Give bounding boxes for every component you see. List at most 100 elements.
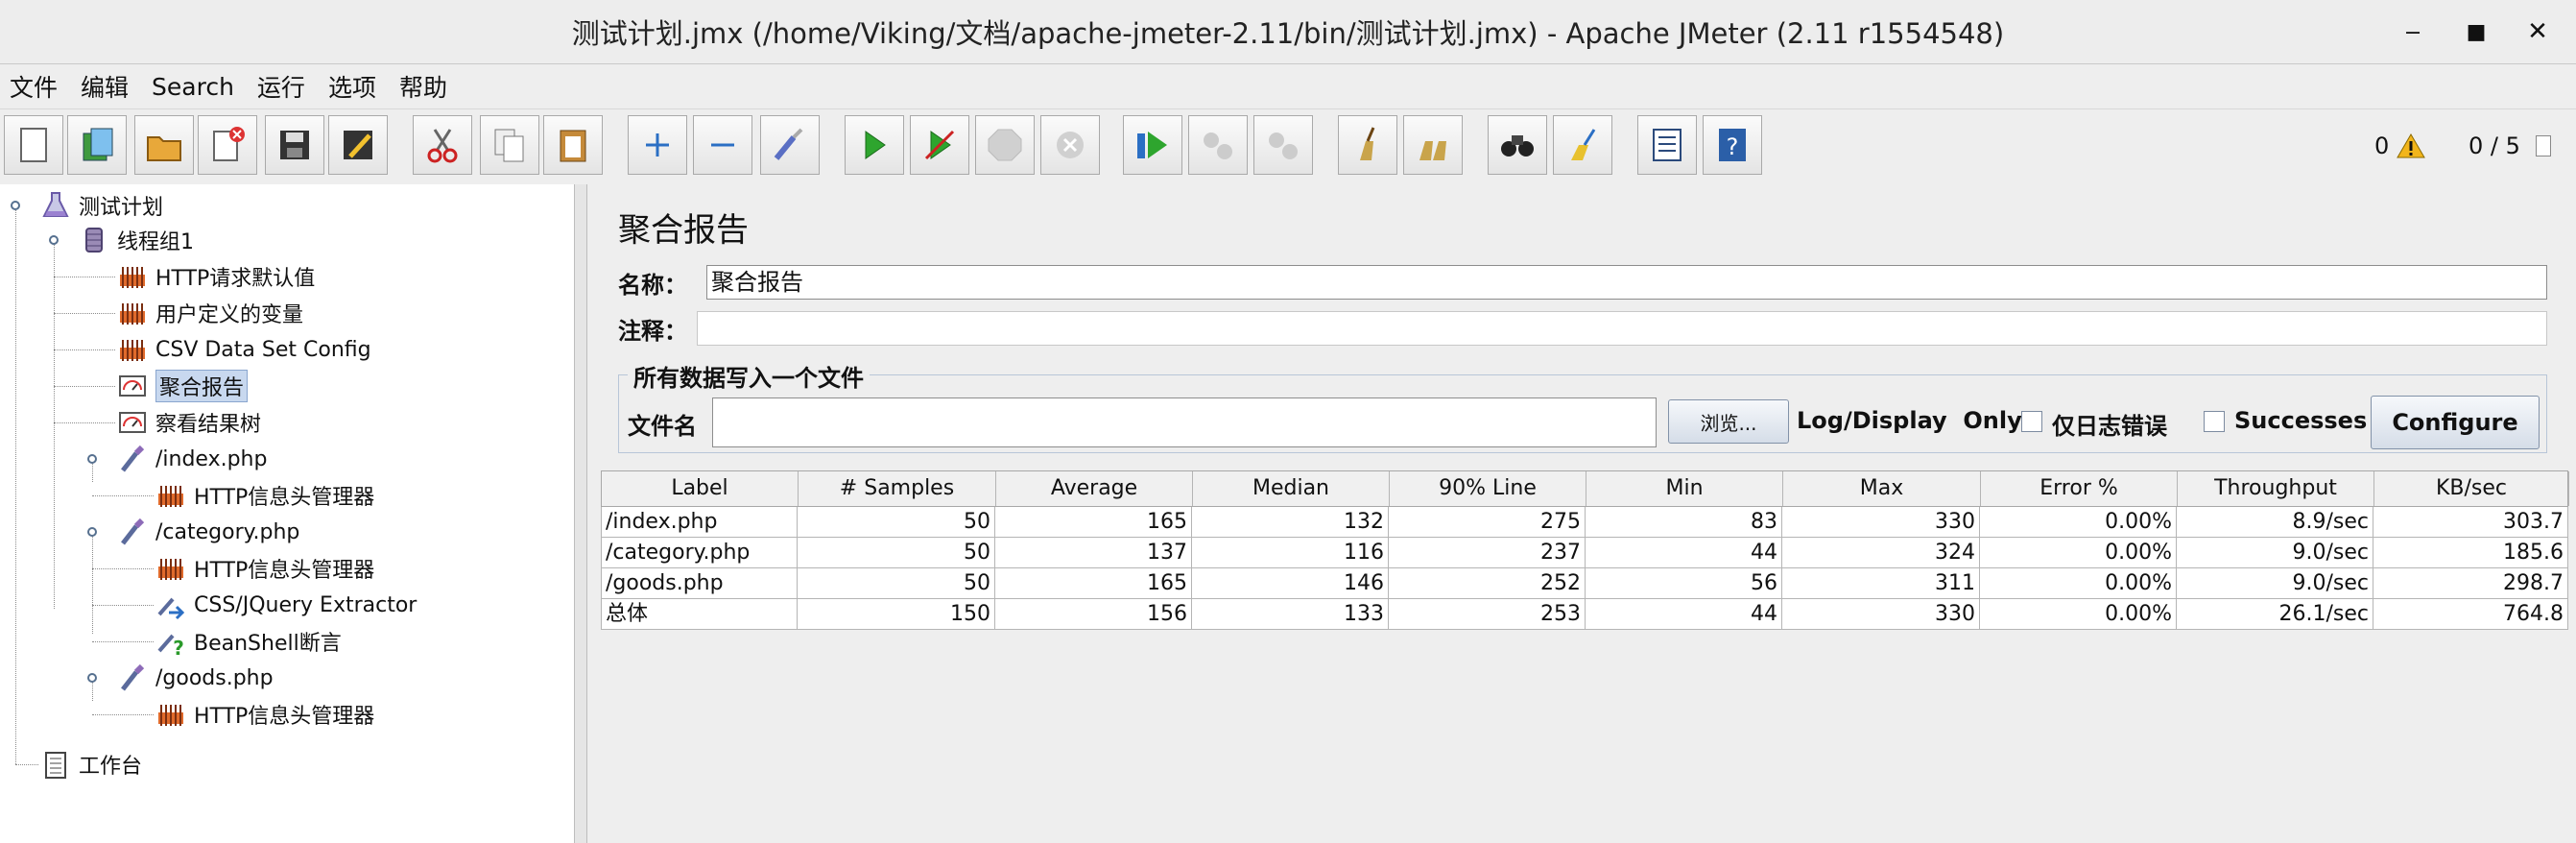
menu-options[interactable]: 选项: [319, 69, 390, 104]
column-header[interactable]: Min: [1586, 471, 1783, 506]
toggle-button[interactable]: [760, 115, 820, 175]
expand-toggle[interactable]: [87, 673, 97, 683]
stop-button[interactable]: [975, 115, 1035, 175]
warning-counter[interactable]: 0: [2374, 108, 2426, 183]
save-as-button[interactable]: [328, 115, 388, 175]
table-cell: 0.00%: [1980, 538, 2177, 568]
cut-button[interactable]: [413, 115, 472, 175]
table-cell: 165: [995, 507, 1192, 538]
tree-item-test-plan[interactable]: 测试计划: [40, 188, 163, 223]
column-header[interactable]: Median: [1193, 471, 1390, 506]
browse-button[interactable]: 浏览...: [1668, 399, 1789, 444]
successes-checkbox[interactable]: [2204, 411, 2225, 432]
file-output-group-title: 所有数据写入一个文件: [628, 359, 870, 393]
tree-item-workbench[interactable]: 工作台: [40, 747, 142, 782]
menu-help[interactable]: 帮助: [390, 69, 461, 104]
tree-item-http-defaults[interactable]: HTTP请求默认值: [117, 259, 315, 294]
column-header[interactable]: Throughput: [2178, 471, 2374, 506]
save-as-icon: [344, 131, 372, 159]
paste-icon: [560, 130, 586, 162]
column-header[interactable]: KB/sec: [2374, 471, 2569, 506]
table-row[interactable]: /index.php 50 165 132 275 83 330 0.00% 8…: [601, 507, 2568, 538]
maximize-button[interactable]: ■: [2447, 0, 2505, 63]
remote-stop-all-button[interactable]: [1188, 115, 1248, 175]
column-header[interactable]: 90% Line: [1390, 471, 1586, 506]
expand-toggle[interactable]: [87, 454, 97, 464]
menu-file[interactable]: 文件: [0, 69, 71, 104]
expand-toggle[interactable]: [87, 527, 97, 537]
name-row: 名称：: [618, 263, 687, 301]
filename-input[interactable]: [712, 397, 1657, 447]
remote-start-all-button[interactable]: [1123, 115, 1182, 175]
tree-item-header-manager[interactable]: HTTP信息头管理器: [155, 551, 374, 586]
clear-all-button[interactable]: [1403, 115, 1463, 175]
templates-button[interactable]: [67, 115, 127, 175]
collapse-all-button[interactable]: [693, 115, 752, 175]
tree-item-label: /category.php: [155, 519, 300, 544]
column-header[interactable]: Average: [996, 471, 1193, 506]
search-button[interactable]: [1488, 115, 1547, 175]
tree-item-aggregate-report[interactable]: 聚合报告: [117, 369, 249, 403]
remote-exit-all-button[interactable]: [1253, 115, 1313, 175]
shutdown-button[interactable]: [1040, 115, 1100, 175]
tree-item-thread-group[interactable]: 线程组1: [79, 223, 194, 257]
table-row[interactable]: /category.php 50 137 116 237 44 324 0.00…: [601, 538, 2568, 568]
menu-edit[interactable]: 编辑: [71, 69, 142, 104]
reset-search-button[interactable]: [1553, 115, 1612, 175]
tree-item-beanshell-assertion[interactable]: ? BeanShell断言: [155, 624, 342, 659]
tree-item-header-manager[interactable]: HTTP信息头管理器: [155, 697, 374, 732]
column-header[interactable]: Label: [602, 471, 799, 506]
tree-line: [54, 386, 115, 387]
menu-run[interactable]: 运行: [248, 69, 319, 104]
tree-item-category-sampler[interactable]: /category.php: [117, 515, 299, 549]
start-button[interactable]: [845, 115, 904, 175]
search-icon: [1501, 135, 1534, 157]
column-header[interactable]: Error %: [1981, 471, 2178, 506]
tree-item-csv-config[interactable]: CSV Data Set Config: [117, 332, 371, 367]
new-button[interactable]: [4, 115, 63, 175]
tree-item-index-sampler[interactable]: /index.php: [117, 442, 267, 476]
shutdown-icon: [1057, 132, 1084, 158]
clear-button[interactable]: [1338, 115, 1397, 175]
remote-exit-icon: [1269, 132, 1298, 159]
open-icon: [147, 136, 181, 161]
toggle-icon: [774, 128, 803, 160]
tree-item-results-tree[interactable]: 察看结果树: [117, 405, 261, 440]
close-window-button[interactable]: ✕: [2509, 0, 2566, 63]
table-row[interactable]: 总体 150 156 133 253 44 330 0.00% 26.1/sec…: [601, 599, 2568, 630]
close-button[interactable]: [198, 115, 257, 175]
tree-item-label: CSS/JQuery Extractor: [194, 592, 417, 617]
config-icon: [158, 559, 183, 580]
tree-item-header-manager[interactable]: HTTP信息头管理器: [155, 478, 374, 513]
copy-button[interactable]: [480, 115, 539, 175]
config-icon: [158, 705, 183, 726]
expand-toggle[interactable]: [49, 235, 59, 245]
expand-all-button[interactable]: [628, 115, 687, 175]
tree-item-goods-sampler[interactable]: /goods.php: [117, 661, 274, 695]
table-cell: 9.0/sec: [2177, 568, 2373, 599]
function-helper-icon: [1653, 129, 1682, 161]
save-button[interactable]: [265, 115, 324, 175]
open-button[interactable]: [134, 115, 194, 175]
function-helper-button[interactable]: [1637, 115, 1697, 175]
configure-button[interactable]: Configure: [2371, 396, 2540, 449]
column-header[interactable]: Max: [1783, 471, 1981, 506]
start-no-pause-button[interactable]: [910, 115, 969, 175]
name-field[interactable]: 聚合报告: [706, 265, 2547, 300]
comment-field[interactable]: [697, 311, 2547, 346]
column-header[interactable]: # Samples: [799, 471, 996, 506]
paste-button[interactable]: [543, 115, 603, 175]
tree-item-user-variables[interactable]: 用户定义的变量: [117, 296, 303, 330]
minimize-button[interactable]: ‒: [2384, 0, 2442, 63]
table-row[interactable]: /goods.php 50 165 146 252 56 311 0.00% 9…: [601, 568, 2568, 599]
expand-toggle[interactable]: [11, 201, 20, 210]
tree-item-label: /goods.php: [155, 665, 274, 690]
templates-icon: [83, 128, 113, 161]
window-title: 测试计划.jmx (/home/Viking/文档/apache-jmeter-…: [571, 17, 2005, 50]
errors-only-checkbox[interactable]: [2021, 411, 2042, 432]
help-button[interactable]: ?: [1703, 115, 1762, 175]
menu-search[interactable]: Search: [142, 73, 248, 101]
tree-item-css-extractor[interactable]: CSS/JQuery Extractor: [155, 588, 417, 622]
panel-splitter[interactable]: [574, 184, 587, 843]
start-icon: [865, 131, 886, 159]
